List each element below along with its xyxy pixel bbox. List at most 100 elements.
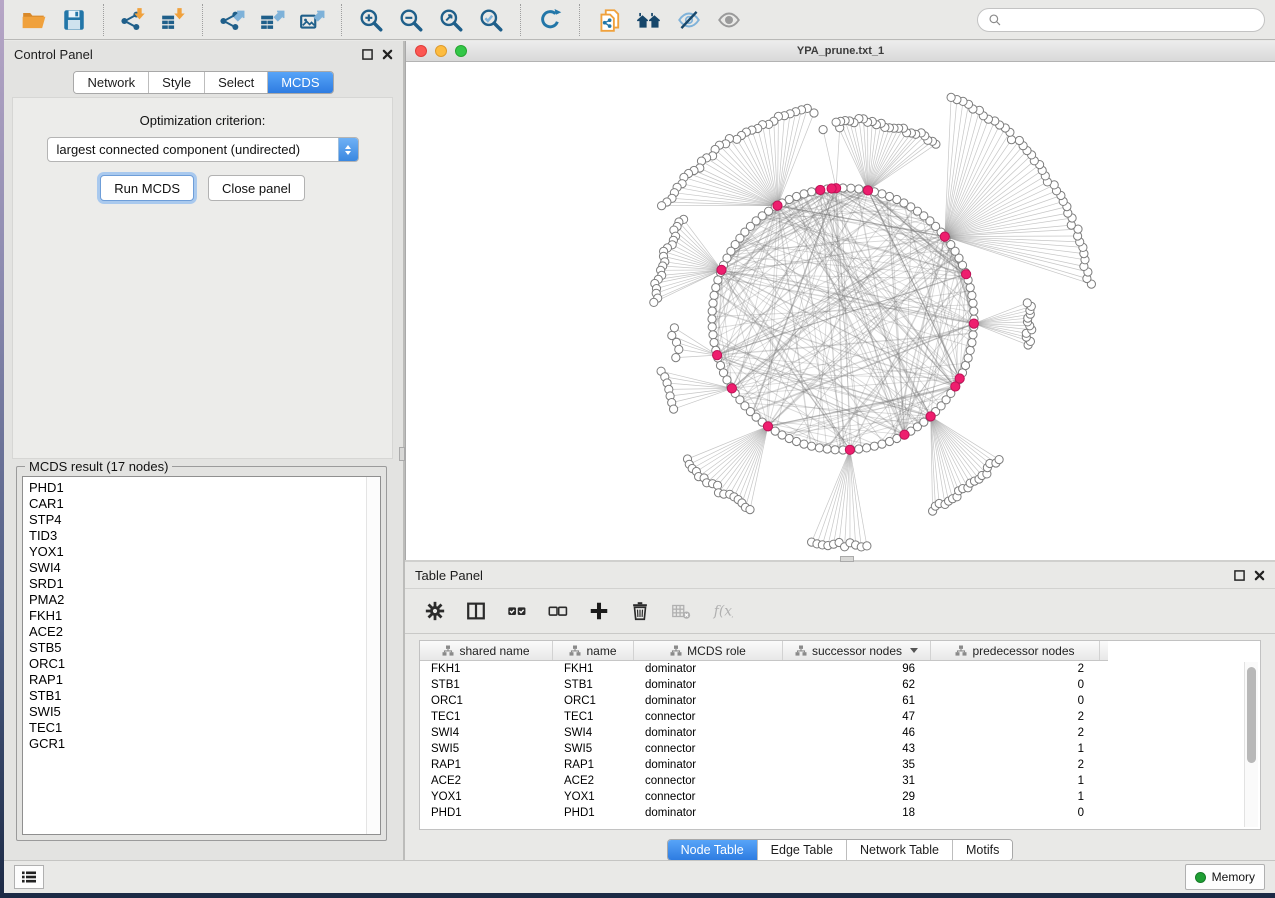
cell-name: ORC1 [553, 695, 634, 707]
table-row[interactable]: SWI4SWI4dominator462 [420, 725, 1108, 741]
network-window-titlebar[interactable]: YPA_prune.txt_1 [406, 41, 1275, 62]
node-table[interactable]: shared namenameMCDS rolesuccessor nodesp… [419, 640, 1261, 830]
cell-predecessor-nodes: 0 [931, 679, 1100, 691]
zoom-selected-button[interactable] [471, 4, 511, 36]
table-row[interactable]: SWI5SWI5connector431 [420, 741, 1108, 757]
result-node-item[interactable]: GCR1 [23, 736, 380, 752]
column-header-name[interactable]: name [553, 641, 634, 660]
close-table-panel-icon[interactable] [1254, 570, 1265, 581]
column-header-successor-nodes[interactable]: successor nodes [783, 641, 931, 660]
close-panel-icon[interactable] [382, 49, 393, 60]
horizontal-splitter[interactable] [405, 560, 1275, 562]
horizontal-splitter-handle[interactable] [840, 556, 854, 562]
refresh-button[interactable] [530, 4, 570, 36]
column-header-predecessor-nodes[interactable]: predecessor nodes [931, 641, 1100, 660]
vertical-splitter-handle[interactable] [399, 447, 405, 461]
result-node-item[interactable]: YOX1 [23, 544, 380, 560]
tab-motifs[interactable]: Motifs [953, 840, 1012, 860]
open-file-button[interactable] [14, 4, 54, 36]
panel-selector-button[interactable] [14, 865, 44, 889]
column-header-MCDS-role[interactable]: MCDS role [634, 641, 783, 660]
hide-selected-button[interactable] [669, 4, 709, 36]
result-node-item[interactable]: STP4 [23, 512, 380, 528]
function-builder-icon: f(x) [711, 600, 733, 622]
table-scrollbar[interactable] [1244, 662, 1258, 827]
table-row[interactable]: PHD1PHD1dominator180 [420, 805, 1108, 821]
tab-network-table[interactable]: Network Table [847, 840, 953, 860]
cell-MCDS-role: dominator [634, 663, 783, 675]
export-table-button[interactable] [252, 4, 292, 36]
deselect-all-button[interactable] [546, 599, 570, 623]
table-row[interactable]: TEC1TEC1connector472 [420, 709, 1108, 725]
show-all-icon [716, 7, 742, 33]
table-scrollbar-thumb[interactable] [1247, 667, 1256, 763]
delete-columns-button[interactable] [628, 599, 652, 623]
import-table-button[interactable] [153, 4, 193, 36]
result-node-item[interactable]: CAR1 [23, 496, 380, 512]
tab-select[interactable]: Select [205, 72, 268, 93]
mcds-result-list[interactable]: PHD1CAR1STP4TID3YOX1SWI4SRD1PMA2FKH1ACE2… [22, 476, 381, 835]
result-node-item[interactable]: STB1 [23, 688, 380, 704]
zoom-fit-button[interactable] [431, 4, 471, 36]
tab-network[interactable]: Network [74, 72, 149, 93]
result-node-item[interactable]: STB5 [23, 640, 380, 656]
export-image-button[interactable] [292, 4, 332, 36]
import-network-button[interactable] [113, 4, 153, 36]
new-network-from-selection-button[interactable] [589, 4, 629, 36]
cell-successor-nodes: 47 [783, 711, 931, 723]
result-node-item[interactable]: RAP1 [23, 672, 380, 688]
memory-label: Memory [1212, 870, 1255, 884]
result-node-item[interactable]: SWI5 [23, 704, 380, 720]
close-panel-button[interactable]: Close panel [208, 175, 305, 201]
network-canvas[interactable] [406, 62, 1275, 560]
tab-node-table[interactable]: Node Table [668, 840, 758, 860]
tab-edge-table[interactable]: Edge Table [758, 840, 847, 860]
select-all-button[interactable] [505, 599, 529, 623]
add-column-button[interactable] [587, 599, 611, 623]
float-table-panel-icon[interactable] [1234, 570, 1245, 581]
search-input[interactable] [1008, 12, 1254, 28]
result-node-item[interactable]: ACE2 [23, 624, 380, 640]
float-panel-icon[interactable] [362, 49, 373, 60]
result-node-item[interactable]: SWI4 [23, 560, 380, 576]
cell-MCDS-role: dominator [634, 759, 783, 771]
result-list-scrollbar[interactable] [366, 477, 380, 834]
result-node-item[interactable]: PMA2 [23, 592, 380, 608]
criterion-value: largest connected component (undirected) [48, 142, 338, 157]
column-settings-button[interactable] [423, 599, 447, 623]
memory-button[interactable]: Memory [1185, 864, 1265, 890]
show-columns-button[interactable] [464, 599, 488, 623]
save-session-icon [61, 7, 87, 33]
result-node-item[interactable]: ORC1 [23, 656, 380, 672]
zoom-in-button[interactable] [351, 4, 391, 36]
show-all-button[interactable] [709, 4, 749, 36]
delete-columns-icon [629, 600, 651, 622]
result-node-item[interactable]: TID3 [23, 528, 380, 544]
run-mcds-button[interactable]: Run MCDS [100, 175, 194, 201]
network-graph[interactable] [406, 62, 1274, 559]
table-row[interactable]: FKH1FKH1dominator962 [420, 661, 1108, 677]
table-row[interactable]: RAP1RAP1dominator352 [420, 757, 1108, 773]
cell-shared-name: FKH1 [420, 663, 553, 675]
zoom-out-button[interactable] [391, 4, 431, 36]
table-row[interactable]: STB1STB1dominator620 [420, 677, 1108, 693]
result-node-item[interactable]: SRD1 [23, 576, 380, 592]
tab-style[interactable]: Style [149, 72, 205, 93]
result-node-item[interactable]: FKH1 [23, 608, 380, 624]
column-header-shared-name[interactable]: shared name [420, 641, 553, 660]
table-row[interactable]: YOX1YOX1connector291 [420, 789, 1108, 805]
save-session-button[interactable] [54, 4, 94, 36]
table-row[interactable]: ORC1ORC1dominator610 [420, 693, 1108, 709]
export-network-button[interactable] [212, 4, 252, 36]
table-row[interactable]: ACE2ACE2connector311 [420, 773, 1108, 789]
import-network-icon [120, 7, 146, 33]
result-node-item[interactable]: TEC1 [23, 720, 380, 736]
zoom-fit-icon [438, 7, 464, 33]
network-window-title: YPA_prune.txt_1 [406, 45, 1275, 57]
criterion-dropdown[interactable]: largest connected component (undirected) [47, 137, 359, 162]
tab-mcds[interactable]: MCDS [268, 72, 332, 93]
search-box[interactable] [977, 8, 1265, 32]
zoom-selected-icon [478, 7, 504, 33]
result-node-item[interactable]: PHD1 [23, 480, 380, 496]
first-neighbors-button[interactable] [629, 4, 669, 36]
